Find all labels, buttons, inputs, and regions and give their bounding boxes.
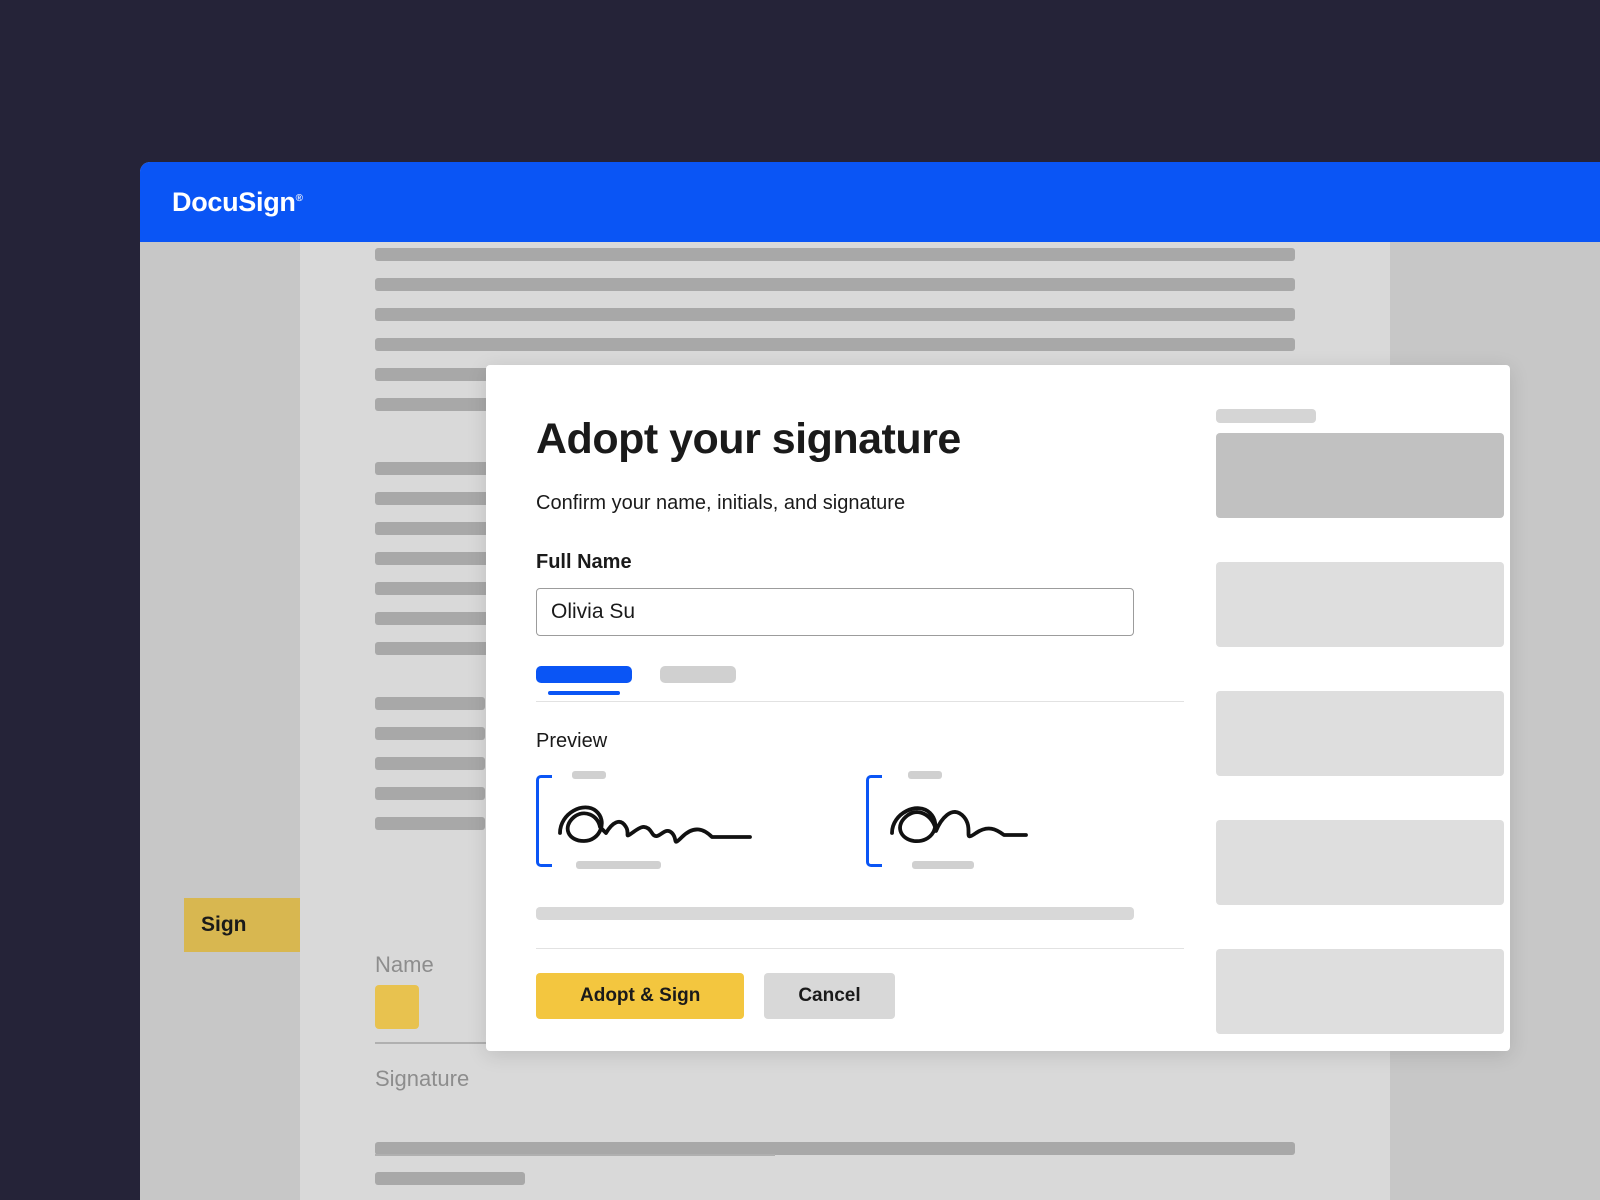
divider (536, 948, 1184, 949)
field-label-signature: Signature (375, 1066, 469, 1092)
side-card[interactable] (1216, 949, 1504, 1034)
style-slider[interactable] (536, 907, 1134, 920)
doc-paragraph (375, 1142, 1295, 1185)
tab-inactive[interactable] (660, 666, 736, 683)
topbar: DocuSign® (140, 162, 1600, 242)
sign-here-tab[interactable]: Sign (184, 898, 300, 952)
sign-tab-label: Sign (201, 913, 247, 937)
full-name-input[interactable] (536, 588, 1134, 636)
adopt-signature-modal: Adopt your signature Confirm your name, … (486, 365, 1510, 1051)
field-label-name: Name (375, 952, 434, 978)
app-window: DocuSign® Sign Name Signature Adopt your… (140, 162, 1600, 1200)
divider (536, 701, 1184, 702)
placeholder-mark (572, 771, 606, 779)
side-card[interactable] (1216, 562, 1504, 647)
placeholder-mark (912, 861, 974, 869)
side-card-selected[interactable] (1216, 433, 1504, 518)
side-card[interactable] (1216, 820, 1504, 905)
signature-glyph (554, 793, 754, 851)
signature-preview[interactable] (536, 771, 756, 871)
brand-logo: DocuSign® (172, 187, 303, 218)
brand-text: DocuSign (172, 187, 296, 217)
initial-placeholder[interactable] (375, 985, 419, 1029)
initials-glyph (884, 793, 1034, 851)
bracket-icon (536, 775, 552, 867)
adopt-and-sign-button[interactable]: Adopt & Sign (536, 973, 744, 1019)
modal-side-panel (1216, 409, 1504, 1034)
doc-paragraph (375, 697, 485, 830)
placeholder-mark (908, 771, 942, 779)
cancel-button[interactable]: Cancel (764, 973, 894, 1019)
bracket-icon (866, 775, 882, 867)
tab-active[interactable] (536, 666, 632, 683)
signature-line (375, 1154, 775, 1156)
side-card[interactable] (1216, 691, 1504, 776)
placeholder-mark (576, 861, 661, 869)
initials-preview[interactable] (866, 771, 1086, 871)
side-heading (1216, 409, 1316, 423)
